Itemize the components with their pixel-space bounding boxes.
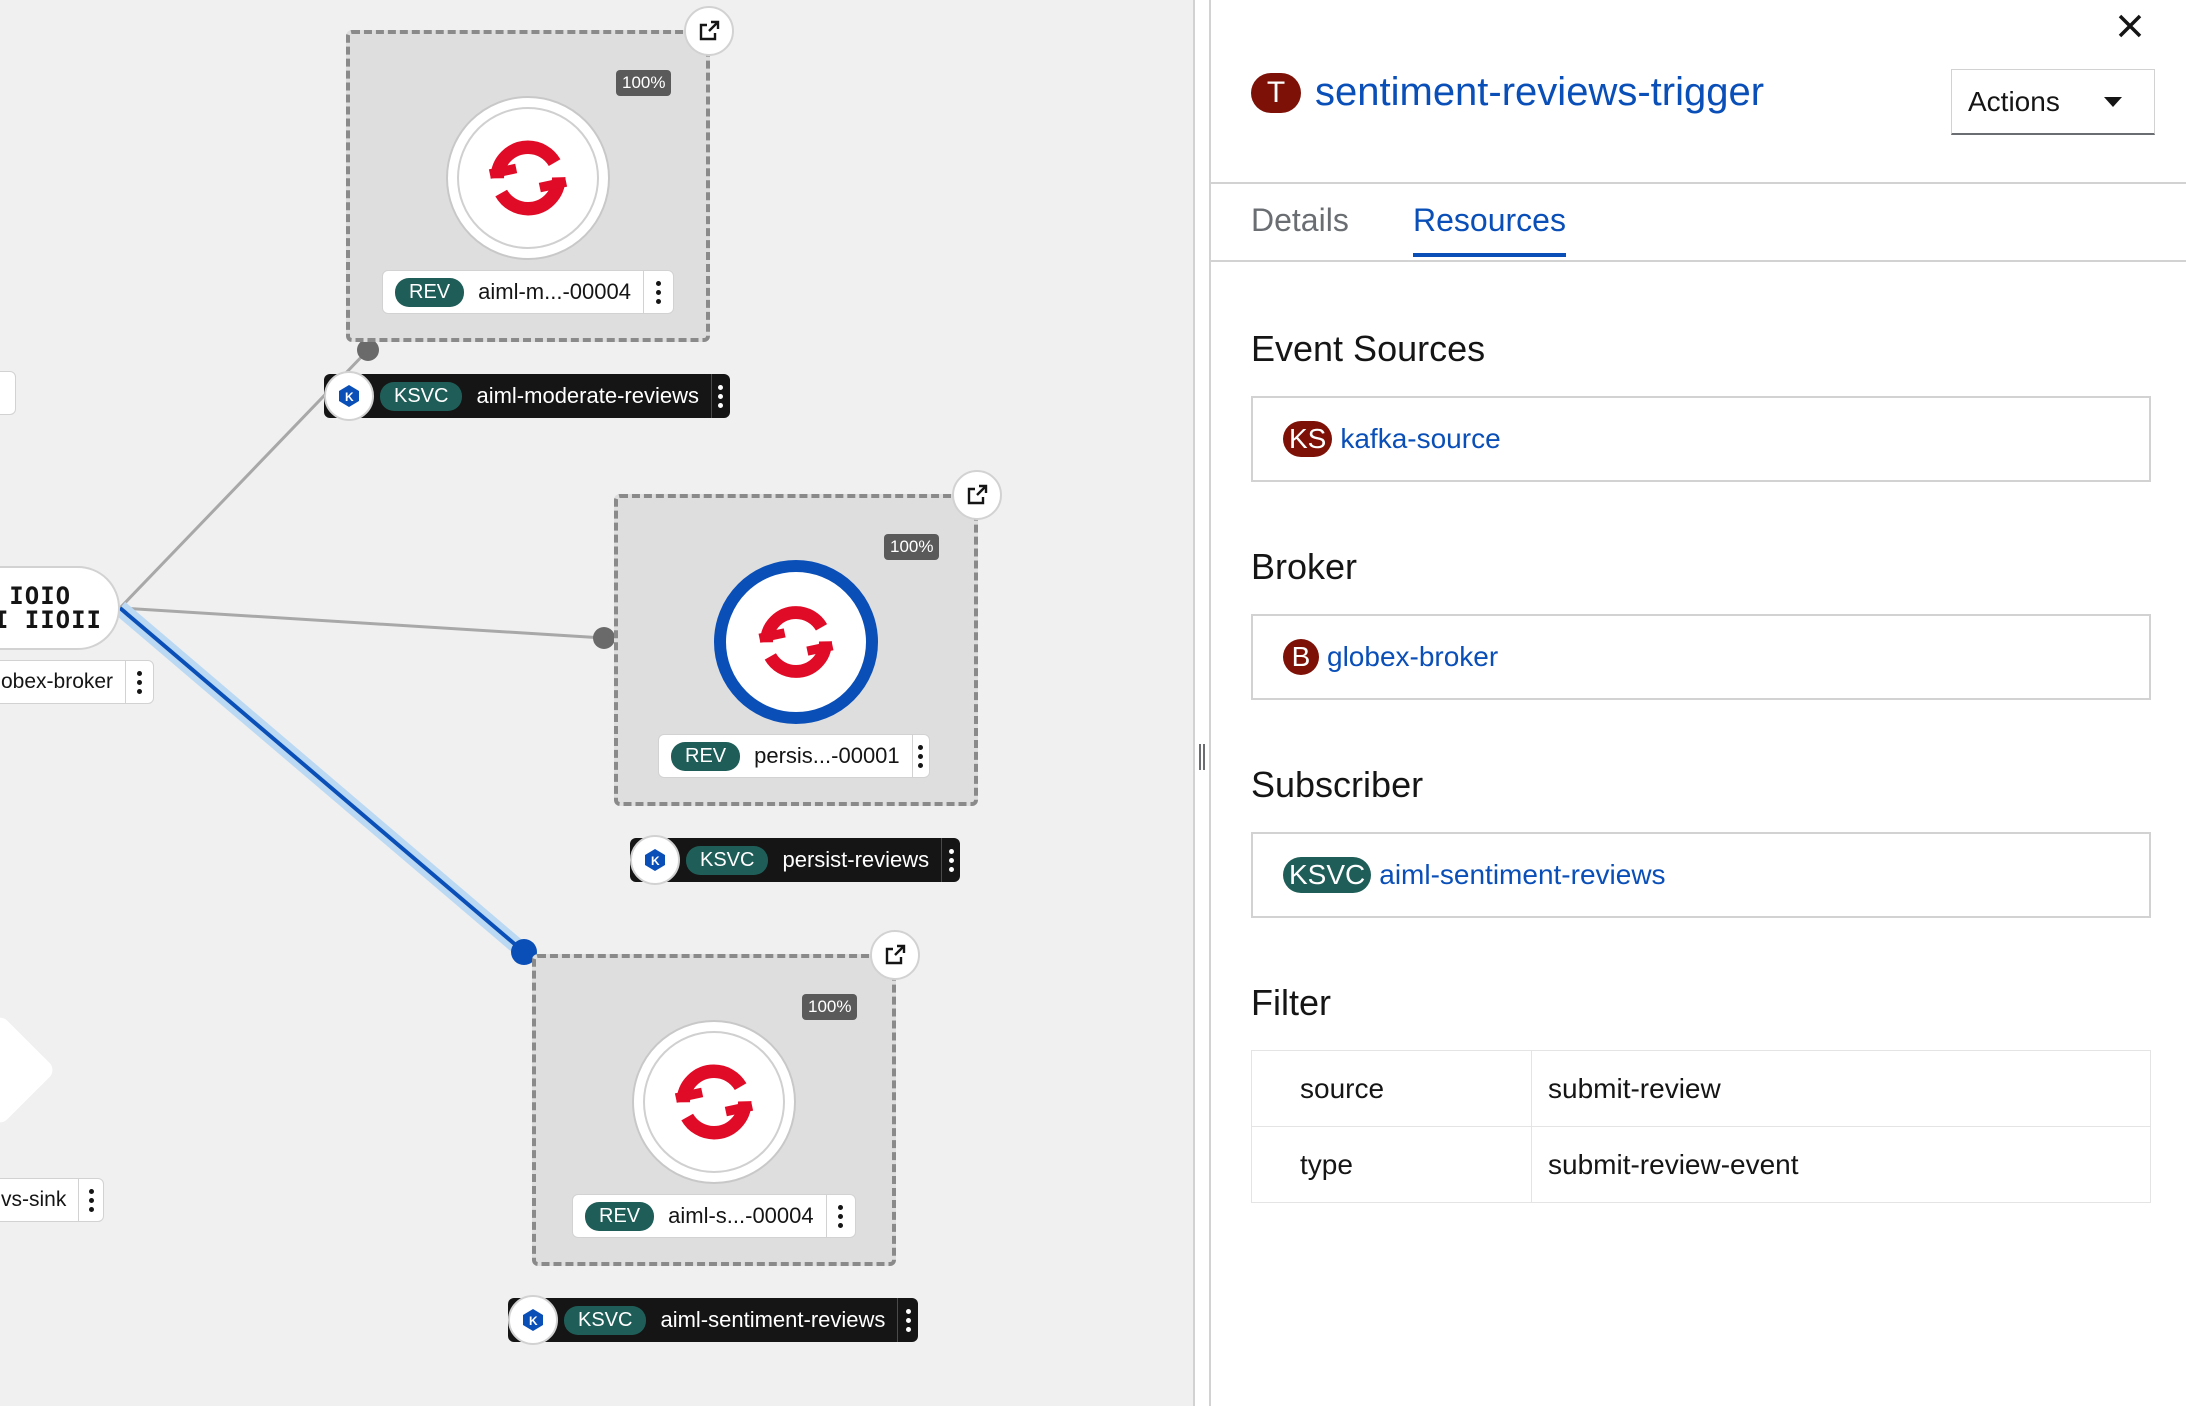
partial-node-menu[interactable] bbox=[0, 371, 16, 415]
revision-label[interactable]: REV aiml-m...-00004 bbox=[382, 270, 674, 314]
subscriber-item: KSVC aiml-sentiment-reviews bbox=[1251, 832, 2151, 918]
topology-canvas[interactable]: IO IOIO OII IIOII obex-broker vs-sink 10… bbox=[0, 0, 1193, 1406]
revision-node[interactable] bbox=[632, 1020, 796, 1184]
caret-down-icon bbox=[2104, 96, 2122, 107]
trigger-badge: T bbox=[1251, 72, 1301, 113]
filter-heading: Filter bbox=[1251, 982, 1331, 1023]
close-icon[interactable] bbox=[2108, 4, 2152, 48]
sink-label[interactable]: vs-sink bbox=[0, 1178, 104, 1222]
filter-value: submit-review bbox=[1531, 1050, 2151, 1127]
broker-node[interactable]: IO IOIO OII IIOII bbox=[0, 566, 120, 650]
panel-tabs: Details Resources bbox=[1211, 182, 2186, 262]
ksvc-kebab-icon[interactable] bbox=[941, 838, 960, 882]
broker-link[interactable]: globex-broker bbox=[1327, 641, 1498, 673]
event-source-item: KS kafka-source bbox=[1251, 396, 2151, 482]
ksvc-label[interactable]: K KSVC aiml-sentiment-reviews bbox=[508, 1295, 918, 1345]
broker-label[interactable]: obex-broker bbox=[0, 660, 154, 704]
ksvc-name: aiml-sentiment-reviews bbox=[660, 1307, 886, 1332]
subscriber-badge: KSVC bbox=[1283, 857, 1372, 893]
revision-kebab-icon[interactable] bbox=[642, 271, 673, 313]
open-url-icon[interactable] bbox=[870, 930, 920, 980]
broker-kebab-icon[interactable] bbox=[125, 661, 153, 703]
edge-broker-persist bbox=[119, 606, 605, 640]
event-source-link[interactable]: kafka-source bbox=[1340, 423, 1500, 455]
sink-kebab-icon[interactable] bbox=[78, 1179, 103, 1221]
open-url-icon[interactable] bbox=[952, 470, 1002, 520]
ksvc-badge: KSVC bbox=[686, 845, 769, 875]
filter-table: source submit-review type submit-review-… bbox=[1251, 1050, 2151, 1203]
ksvc-kebab-icon[interactable] bbox=[897, 1298, 918, 1342]
revision-name: aiml-s...-00004 bbox=[668, 1203, 814, 1228]
broker-badge: B bbox=[1283, 639, 1319, 675]
ksvc-kebab-icon[interactable] bbox=[710, 374, 730, 418]
filter-key: source bbox=[1251, 1050, 1532, 1127]
revision-kebab-icon[interactable] bbox=[825, 1195, 855, 1237]
broker-label-text: obex-broker bbox=[1, 670, 114, 693]
revision-node-selected[interactable] bbox=[714, 560, 878, 724]
tab-details[interactable]: Details bbox=[1251, 202, 1349, 253]
revision-label[interactable]: REV persis...-00001 bbox=[658, 734, 930, 778]
openshift-icon bbox=[488, 140, 568, 216]
table-row: type submit-review-event bbox=[1251, 1126, 2151, 1203]
panel-header: T sentiment-reviews-trigger bbox=[1251, 70, 1764, 115]
edge-end-moderate bbox=[357, 339, 379, 361]
knative-icon: K bbox=[630, 835, 680, 885]
openshift-icon bbox=[674, 1064, 754, 1140]
knative-icon: K bbox=[324, 371, 374, 421]
traffic-percent: 100% bbox=[884, 534, 940, 560]
svg-text:K: K bbox=[529, 1314, 538, 1328]
actions-dropdown[interactable]: Actions bbox=[1951, 69, 2155, 135]
panel-resize-handle[interactable] bbox=[1193, 0, 1211, 1406]
rev-badge: REV bbox=[671, 741, 741, 771]
ksvc-name: persist-reviews bbox=[782, 847, 930, 872]
ksvc-badge: KSVC bbox=[564, 1305, 647, 1335]
revision-label[interactable]: REV aiml-s...-00004 bbox=[572, 1194, 856, 1238]
filter-key: type bbox=[1251, 1126, 1532, 1203]
table-row: source submit-review bbox=[1251, 1050, 2151, 1127]
rev-badge: REV bbox=[395, 277, 465, 307]
ksvc-badge: KSVC bbox=[380, 381, 463, 411]
revision-node[interactable] bbox=[446, 96, 610, 260]
traffic-percent: 100% bbox=[616, 70, 672, 96]
actions-label: Actions bbox=[1968, 85, 2060, 117]
traffic-percent: 100% bbox=[802, 994, 858, 1020]
tab-resources[interactable]: Resources bbox=[1413, 202, 1566, 257]
event-sources-heading: Event Sources bbox=[1251, 328, 1486, 369]
open-url-icon[interactable] bbox=[684, 6, 734, 56]
filter-value: submit-review-event bbox=[1531, 1126, 2151, 1203]
svg-text:K: K bbox=[651, 854, 660, 868]
edge-end-persist bbox=[593, 627, 615, 649]
subscriber-heading: Subscriber bbox=[1251, 764, 1424, 805]
side-panel: T sentiment-reviews-trigger Actions Deta… bbox=[1211, 0, 2186, 1406]
rev-badge: REV bbox=[585, 1201, 655, 1231]
event-source-badge: KS bbox=[1283, 421, 1333, 457]
subscriber-link[interactable]: aiml-sentiment-reviews bbox=[1379, 859, 1665, 891]
openshift-icon bbox=[758, 606, 834, 678]
ksvc-label[interactable]: K KSVC aiml-moderate-reviews bbox=[324, 371, 730, 421]
resize-grip-icon bbox=[1199, 744, 1205, 770]
revision-kebab-icon[interactable] bbox=[911, 735, 929, 777]
broker-icon: IO IOIO OII IIOII bbox=[0, 582, 102, 634]
ksvc-label[interactable]: K KSVC persist-reviews bbox=[630, 835, 960, 885]
broker-heading: Broker bbox=[1251, 546, 1358, 587]
revision-name: aiml-m...-00004 bbox=[478, 279, 631, 304]
sink-label-text: vs-sink bbox=[1, 1188, 67, 1211]
edge-broker-sentiment bbox=[118, 606, 526, 954]
revision-name: persis...-00001 bbox=[754, 743, 900, 768]
knative-icon: K bbox=[508, 1295, 558, 1345]
ksvc-name: aiml-moderate-reviews bbox=[476, 383, 699, 408]
panel-title-link[interactable]: sentiment-reviews-trigger bbox=[1315, 70, 1764, 115]
svg-text:K: K bbox=[345, 390, 354, 404]
broker-item: B globex-broker bbox=[1251, 614, 2151, 700]
